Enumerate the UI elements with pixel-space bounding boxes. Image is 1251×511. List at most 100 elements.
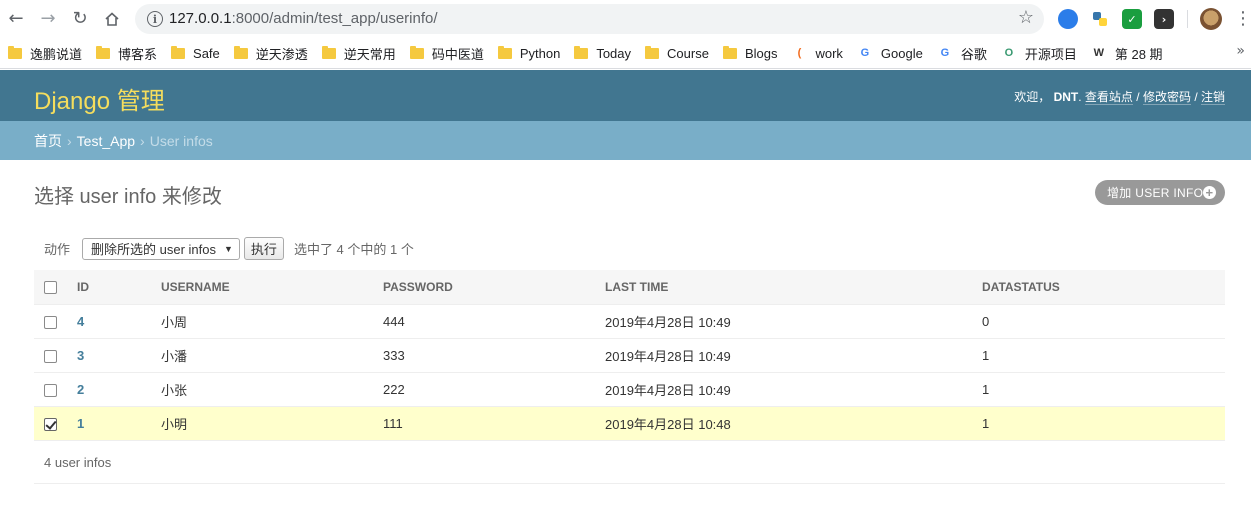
table-row[interactable]: 1 小明 111 2019年4月28日 10:48 1	[34, 406, 1225, 441]
username-cell: 小明	[161, 406, 383, 441]
id-cell: 4	[77, 304, 161, 339]
column-header-password[interactable]: PASSWORD	[383, 270, 605, 305]
add-user-info-button[interactable]: 增加 USER INFO +	[1095, 180, 1225, 205]
action-selected-option: 删除所选的 user infos	[91, 242, 216, 257]
bookmark-item[interactable]: 码中医道	[409, 41, 492, 65]
folder-icon	[171, 45, 186, 59]
bookmark-item[interactable]: Course	[645, 41, 717, 65]
table-row[interactable]: 3 小潘 333 2019年4月28日 10:49 1	[34, 338, 1225, 373]
bookmark-label: Google	[880, 45, 923, 61]
username-cell: 小张	[161, 372, 383, 407]
bookmark-item[interactable]: 博客系	[96, 41, 165, 65]
bookmark-item[interactable]: (work	[791, 41, 850, 65]
change-password-link[interactable]: 修改密码	[1142, 90, 1191, 105]
welcome-text: 欢迎，	[1014, 90, 1051, 104]
view-site-link[interactable]: 查看站点	[1084, 90, 1133, 105]
site-info-icon[interactable]: i	[147, 11, 163, 27]
select-all-checkbox[interactable]	[44, 280, 57, 294]
row-select-cell	[34, 406, 77, 441]
breadcrumb-separator: ›	[140, 132, 145, 149]
run-action-button[interactable]: 执行	[243, 237, 284, 260]
menu-kebab-icon[interactable]: ⋮	[1234, 8, 1251, 29]
username-cell: 小周	[161, 304, 383, 339]
paginator: 4 user infos	[34, 441, 1225, 484]
password-cell: 333	[383, 338, 605, 373]
breadcrumb: 首页 › Test_App › User infos	[0, 121, 1251, 160]
bookmark-star-icon[interactable]: ☆	[1018, 7, 1034, 28]
bookmark-label: Course	[667, 45, 709, 61]
bookmark-label: 开源项目	[1024, 46, 1077, 62]
datastatus-cell: 1	[982, 406, 1225, 441]
bookmark-item[interactable]: W 第 28 期	[1091, 41, 1171, 65]
row-id-link[interactable]: 2	[77, 382, 84, 397]
column-header-last-time[interactable]: LAST TIME	[605, 270, 982, 305]
browser-toolbar: ← → ↻ i 127.0.0.1:8000/admin/test_app/us…	[0, 0, 1251, 38]
row-checkbox[interactable]	[44, 383, 57, 397]
folder-icon	[96, 45, 111, 59]
bookmark-label: work	[815, 45, 843, 61]
breadcrumb-separator: ›	[67, 132, 72, 149]
bookmark-label: 逆天渗透	[255, 46, 308, 62]
admin-header: Django 管理 欢迎， DNT. 查看站点 / 修改密码 / 注销	[0, 70, 1251, 121]
bookmark-item[interactable]: O 开源项目	[1001, 41, 1085, 65]
username-text: DNT	[1053, 90, 1079, 104]
bookmark-item[interactable]: 逆天渗透	[233, 41, 316, 65]
breadcrumb-home-link[interactable]: 首页	[34, 131, 62, 151]
row-id-link[interactable]: 3	[77, 348, 84, 363]
breadcrumb-app-link[interactable]: Test_App	[77, 133, 135, 149]
action-label: 动作	[44, 242, 71, 257]
column-header-id[interactable]: ID	[77, 270, 161, 305]
bookmark-item[interactable]: G 谷歌	[937, 41, 995, 65]
terminal-extension-icon[interactable]: ›	[1154, 9, 1174, 29]
row-checkbox[interactable]	[44, 315, 57, 329]
folder-icon	[321, 45, 336, 59]
bookmark-item[interactable]: 逆天常用	[321, 41, 404, 65]
datastatus-cell: 0	[982, 304, 1225, 339]
forward-arrow-icon[interactable]: →	[36, 7, 60, 31]
address-bar[interactable]: i 127.0.0.1:8000/admin/test_app/userinfo…	[135, 4, 1044, 34]
bookmark-label: 码中医道	[431, 46, 484, 62]
bookmark-label: 逆天常用	[343, 46, 396, 62]
logout-link[interactable]: 注销	[1200, 90, 1225, 105]
site-branding[interactable]: Django 管理	[34, 81, 165, 116]
reload-icon[interactable]: ↻	[68, 7, 92, 31]
bookmark-item[interactable]: Today	[574, 41, 639, 65]
table-row[interactable]: 2 小张 222 2019年4月28日 10:49 1	[34, 372, 1225, 407]
url-text[interactable]: 127.0.0.1:8000/admin/test_app/userinfo/	[169, 10, 438, 27]
select-all-header	[34, 270, 77, 305]
home-icon[interactable]	[100, 7, 124, 31]
python-extension-icon[interactable]	[1090, 9, 1110, 29]
password-cell: 111	[383, 406, 605, 441]
id-cell: 2	[77, 372, 161, 407]
row-checkbox[interactable]	[44, 417, 57, 431]
id-cell: 3	[77, 338, 161, 373]
row-id-link[interactable]: 1	[77, 416, 84, 431]
google-translate-icon: G	[860, 47, 870, 59]
google-g-icon: G	[940, 47, 950, 59]
bookmark-label: Today	[596, 45, 632, 61]
table-row[interactable]: 4 小周 444 2019年4月28日 10:49 0	[34, 304, 1225, 339]
column-header-datastatus[interactable]: DATASTATUS	[982, 270, 1225, 305]
bookmark-item[interactable]: Blogs	[722, 41, 786, 65]
adblock-extension-icon[interactable]: ✓	[1122, 9, 1142, 29]
back-arrow-icon[interactable]: ←	[4, 7, 28, 31]
folder-icon	[574, 45, 589, 59]
bookmark-item[interactable]: 逸鹏说道	[8, 41, 90, 65]
bookmark-item[interactable]: Python	[497, 41, 568, 65]
bookmark-item[interactable]: Safe	[171, 41, 228, 65]
column-header-username[interactable]: USERNAME	[161, 270, 383, 305]
profile-avatar[interactable]	[1200, 8, 1222, 30]
password-cell: 444	[383, 304, 605, 339]
row-checkbox[interactable]	[44, 349, 57, 363]
plus-icon: +	[1203, 186, 1216, 199]
folder-icon	[8, 45, 22, 59]
more-bookmarks-icon[interactable]: »	[1236, 43, 1245, 59]
open-source-icon: O	[1004, 47, 1014, 59]
last-time-cell: 2019年4月28日 10:48	[605, 406, 982, 441]
bookmark-item[interactable]: G Google	[857, 41, 931, 65]
action-select[interactable]: 删除所选的 user infos ▼	[82, 237, 240, 260]
row-id-link[interactable]: 4	[77, 314, 84, 329]
folder-icon	[497, 45, 512, 59]
username-cell: 小潘	[161, 338, 383, 373]
shield-extension-icon[interactable]	[1058, 9, 1078, 29]
